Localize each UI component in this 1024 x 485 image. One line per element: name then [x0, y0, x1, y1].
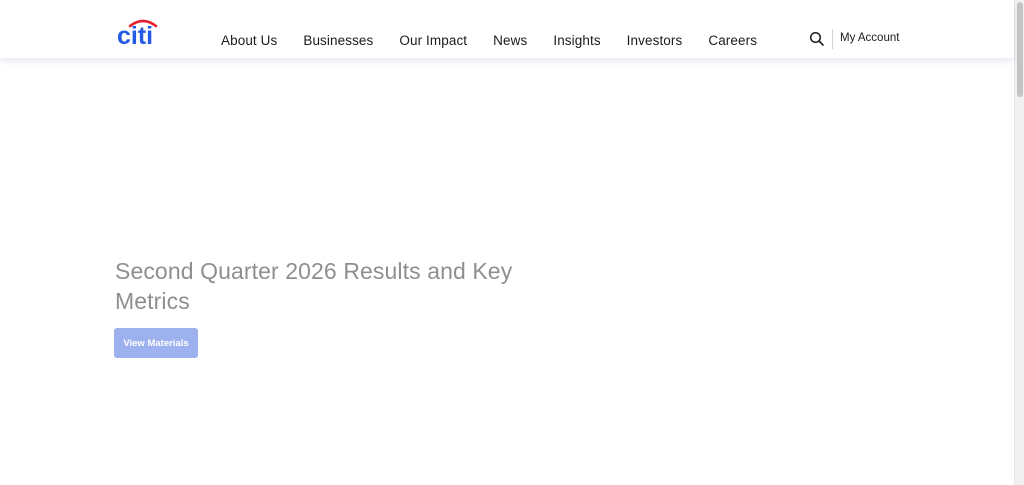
- main-nav: About Us Businesses Our Impact News Insi…: [208, 30, 770, 50]
- citi-logo[interactable]: citi: [117, 17, 163, 47]
- svg-text:citi: citi: [117, 22, 153, 47]
- nav-insights[interactable]: Insights: [553, 33, 600, 48]
- site-header: citi About Us Businesses Our Impact News…: [0, 0, 1014, 58]
- nav-about-us[interactable]: About Us: [221, 33, 277, 48]
- nav-businesses[interactable]: Businesses: [303, 33, 373, 48]
- scrollbar-thumb[interactable]: [1017, 2, 1023, 97]
- header-divider: [832, 29, 833, 49]
- hero-title: Second Quarter 2026 Results and Key Metr…: [115, 258, 513, 314]
- search-icon[interactable]: [809, 31, 825, 47]
- nav-careers[interactable]: Careers: [708, 33, 757, 48]
- nav-news[interactable]: News: [493, 33, 527, 48]
- nav-our-impact[interactable]: Our Impact: [399, 33, 467, 48]
- nav-investors[interactable]: Investors: [627, 33, 683, 48]
- citi-logo-mark: citi: [117, 19, 158, 47]
- page: citi About Us Businesses Our Impact News…: [0, 0, 1024, 485]
- view-materials-button[interactable]: View Materials: [114, 328, 198, 358]
- my-account-link[interactable]: My Account: [840, 32, 899, 44]
- vertical-scrollbar[interactable]: [1014, 0, 1024, 485]
